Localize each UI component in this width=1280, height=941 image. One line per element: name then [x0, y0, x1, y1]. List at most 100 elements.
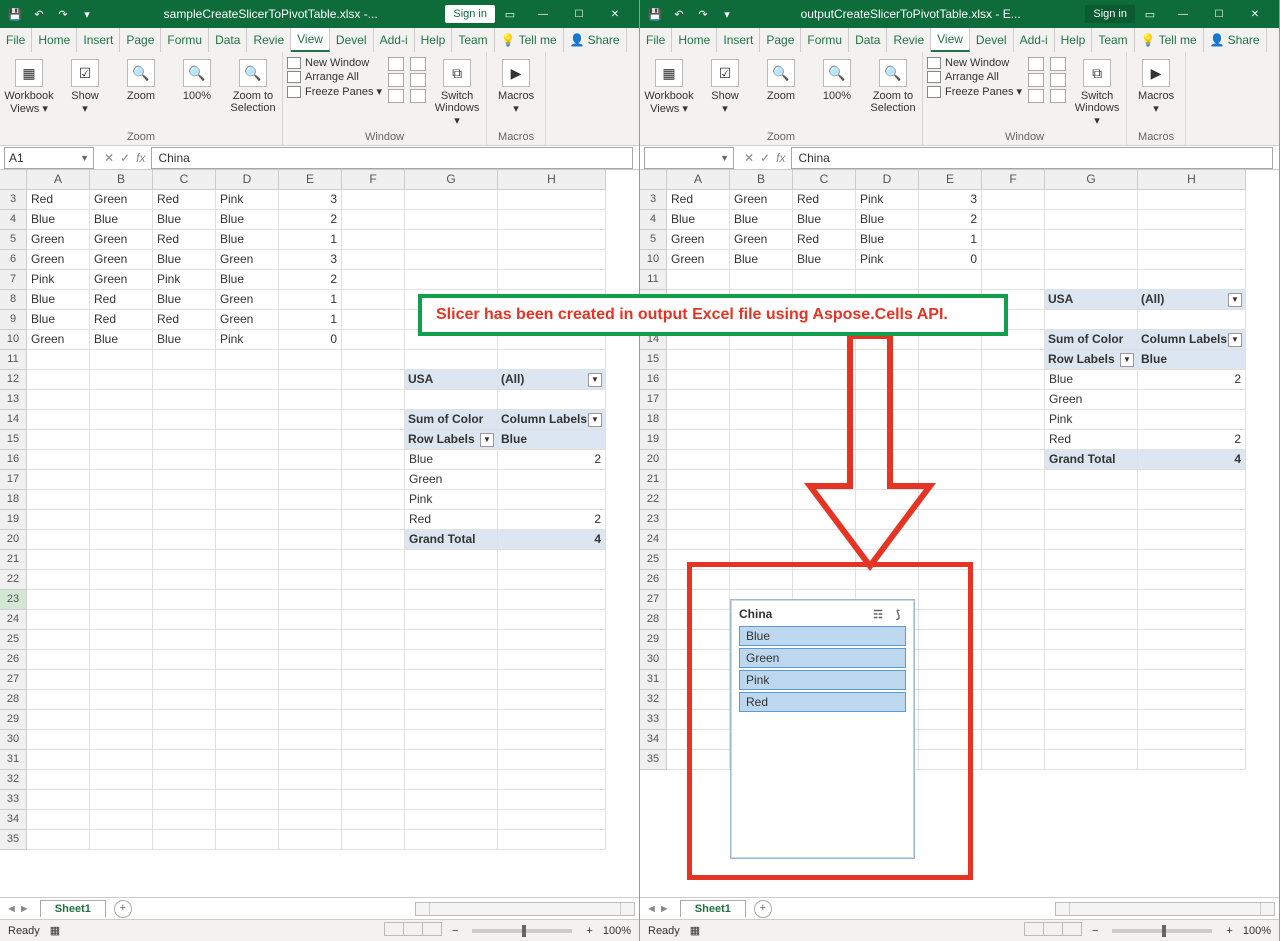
cell[interactable]: 2 — [498, 450, 606, 470]
cell[interactable]: Red — [405, 510, 498, 530]
qat-customize-icon[interactable]: ▾ — [718, 5, 736, 23]
cell[interactable] — [279, 810, 342, 830]
cell[interactable] — [153, 550, 216, 570]
cell[interactable] — [279, 390, 342, 410]
switch-windows-button[interactable]: ⧉Switch Windows ▾ — [1072, 55, 1122, 127]
cell[interactable] — [279, 570, 342, 590]
switch-windows-button[interactable]: ⧉Switch Windows ▾ — [432, 55, 482, 127]
cell[interactable] — [342, 290, 405, 310]
cell[interactable] — [342, 270, 405, 290]
tab-formulas[interactable]: Formu — [801, 28, 849, 52]
row-header[interactable]: 26 — [640, 570, 667, 590]
minimize-button[interactable]: — — [525, 0, 561, 28]
cell[interactable]: 3 — [279, 190, 342, 210]
cell[interactable] — [498, 690, 606, 710]
workbook-views-button[interactable]: ▦Workbook Views ▾ — [644, 55, 694, 115]
cell[interactable] — [342, 510, 405, 530]
cell[interactable] — [90, 350, 153, 370]
tab-developer[interactable]: Devel — [330, 28, 374, 52]
zoom-100-button[interactable]: 🔍100% — [172, 55, 222, 102]
cell[interactable] — [405, 690, 498, 710]
cell[interactable] — [216, 570, 279, 590]
cell[interactable] — [153, 710, 216, 730]
zoom-button[interactable]: 🔍Zoom — [116, 55, 166, 102]
cell[interactable] — [730, 490, 793, 510]
cell[interactable] — [27, 530, 90, 550]
cell[interactable] — [498, 610, 606, 630]
formula-input[interactable]: China — [151, 147, 633, 169]
cell[interactable] — [1138, 550, 1246, 570]
cell[interactable]: 2 — [498, 510, 606, 530]
cell[interactable] — [216, 790, 279, 810]
cell[interactable] — [405, 590, 498, 610]
cell[interactable]: Blue — [405, 450, 498, 470]
cell[interactable] — [730, 270, 793, 290]
sheet-nav-prev[interactable]: ◄ — [6, 903, 17, 915]
cell[interactable] — [498, 490, 606, 510]
cell[interactable]: Green — [216, 310, 279, 330]
cell[interactable] — [216, 830, 279, 850]
row-header[interactable]: 10 — [0, 330, 27, 350]
tab-formulas[interactable]: Formu — [161, 28, 209, 52]
cell[interactable] — [730, 470, 793, 490]
cell[interactable] — [27, 770, 90, 790]
cell[interactable] — [153, 750, 216, 770]
cell[interactable] — [982, 390, 1045, 410]
cell[interactable]: Green — [90, 250, 153, 270]
spreadsheet-grid[interactable]: A B C D E F G H 3RedGreenRedPink34BlueBl… — [0, 170, 639, 897]
cell[interactable] — [153, 350, 216, 370]
cell[interactable] — [153, 650, 216, 670]
cell[interactable] — [90, 490, 153, 510]
cell[interactable] — [405, 710, 498, 730]
row-header[interactable]: 25 — [640, 550, 667, 570]
cell[interactable] — [342, 330, 405, 350]
tab-insert[interactable]: Insert — [77, 28, 120, 52]
select-all-corner[interactable] — [640, 170, 667, 190]
cell[interactable]: Green — [216, 250, 279, 270]
cell[interactable] — [405, 550, 498, 570]
cell[interactable] — [498, 550, 606, 570]
cell[interactable] — [498, 830, 606, 850]
cell[interactable] — [982, 410, 1045, 430]
cell[interactable] — [667, 530, 730, 550]
cell[interactable] — [982, 750, 1045, 770]
cell[interactable] — [1045, 310, 1138, 330]
row-header[interactable]: 31 — [0, 750, 27, 770]
cell[interactable] — [90, 610, 153, 630]
cell[interactable]: 0 — [919, 250, 982, 270]
cell[interactable] — [27, 450, 90, 470]
ribbon-options-icon[interactable]: ▭ — [501, 5, 519, 23]
cell[interactable] — [982, 350, 1045, 370]
save-icon[interactable]: 💾 — [646, 5, 664, 23]
row-header[interactable]: 20 — [640, 450, 667, 470]
cancel-icon[interactable]: ✕ — [744, 151, 754, 165]
cell[interactable] — [982, 530, 1045, 550]
col-header[interactable]: D — [856, 170, 919, 190]
row-header[interactable]: 23 — [640, 510, 667, 530]
cell[interactable] — [498, 390, 606, 410]
row-header[interactable]: 5 — [0, 230, 27, 250]
zoom-to-selection-button[interactable]: 🔍Zoom to Selection — [228, 55, 278, 114]
cell[interactable] — [498, 630, 606, 650]
cell[interactable] — [1045, 590, 1138, 610]
cell[interactable] — [405, 230, 498, 250]
cell[interactable] — [153, 830, 216, 850]
close-button[interactable]: ✕ — [1237, 0, 1273, 28]
cell[interactable]: Red — [793, 230, 856, 250]
cell[interactable] — [279, 730, 342, 750]
cell[interactable] — [342, 610, 405, 630]
cell[interactable] — [216, 450, 279, 470]
row-header[interactable]: 35 — [640, 750, 667, 770]
cell[interactable] — [405, 790, 498, 810]
cell[interactable] — [90, 770, 153, 790]
cell[interactable] — [982, 430, 1045, 450]
cell[interactable] — [27, 790, 90, 810]
cell[interactable] — [730, 410, 793, 430]
zoom-in-button[interactable]: + — [1226, 925, 1232, 937]
cell[interactable] — [216, 510, 279, 530]
cell[interactable] — [1138, 670, 1246, 690]
cell[interactable] — [27, 570, 90, 590]
cell[interactable] — [1045, 610, 1138, 630]
cell[interactable] — [1138, 230, 1246, 250]
cell[interactable]: Blue — [90, 210, 153, 230]
